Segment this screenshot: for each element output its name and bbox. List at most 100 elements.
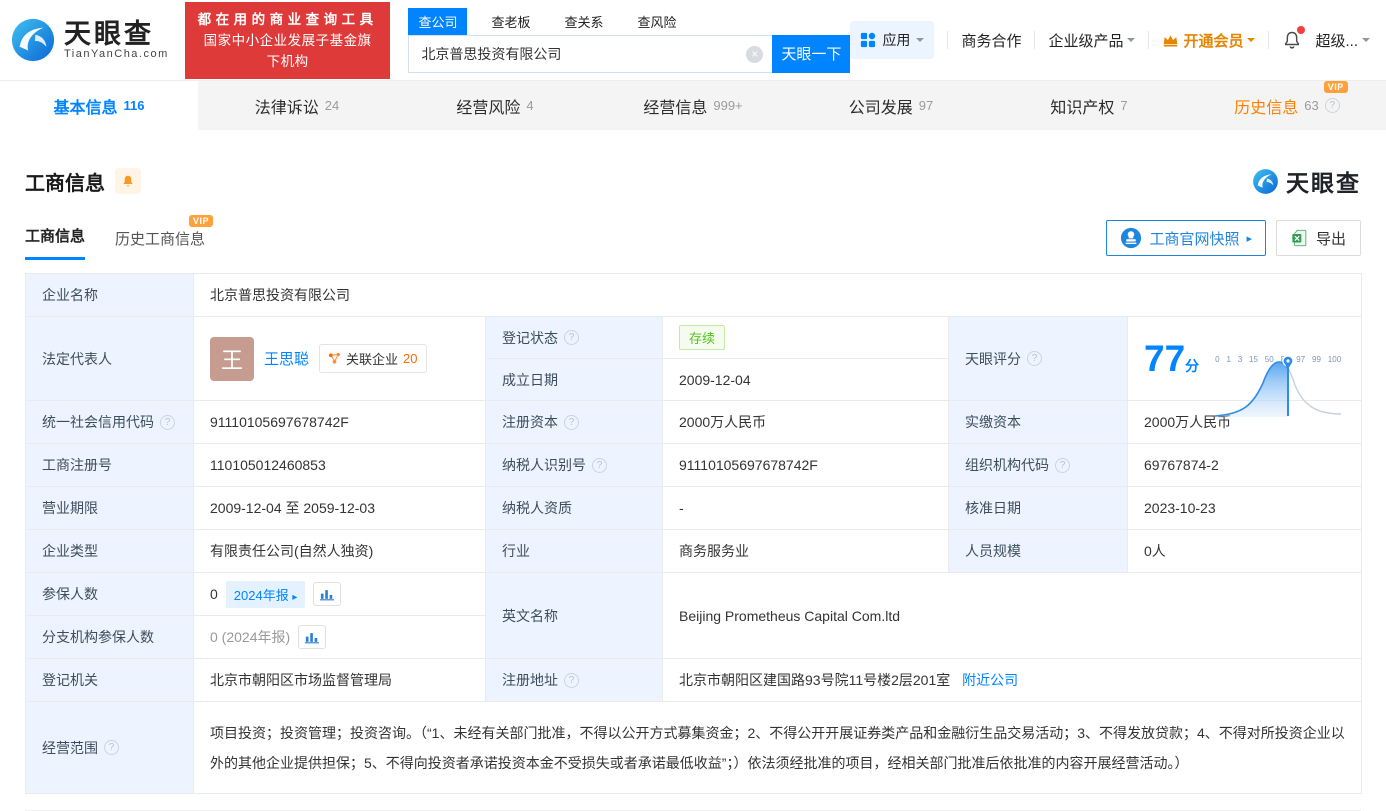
field-legal-rep-label: 法定代表人 bbox=[26, 317, 194, 401]
nearby-companies-link[interactable]: 附近公司 bbox=[962, 672, 1018, 688]
branch-insured-count: 0 (2024年报) bbox=[210, 627, 290, 647]
field-business-term-label: 营业期限 bbox=[26, 487, 194, 530]
field-insured-count-label: 参保人数 bbox=[26, 573, 194, 616]
main-content: 工商信息 天眼查 工商信息 VIP 历史工商信息 bbox=[0, 130, 1386, 811]
field-industry-value: 商务服务业 bbox=[663, 530, 949, 573]
help-icon[interactable]: ? bbox=[564, 330, 579, 345]
search-input[interactable] bbox=[409, 46, 772, 62]
bell-icon bbox=[121, 174, 135, 189]
nav-cooperation[interactable]: 商务合作 bbox=[961, 30, 1021, 51]
search-area: 查公司 查老板 查关系 查风险 × 天眼一下 bbox=[408, 8, 850, 73]
search-tab-risk[interactable]: 查风险 bbox=[627, 8, 686, 35]
legal-rep-name-link[interactable]: 王思聪 bbox=[264, 348, 309, 369]
divider bbox=[947, 31, 948, 49]
field-taxpayer-quality-label: 纳税人资质 bbox=[486, 487, 663, 530]
site-logo[interactable]: 天眼查 TianYanCha.com bbox=[10, 17, 169, 63]
tab-basic-info[interactable]: 基本信息 116 bbox=[0, 81, 198, 130]
field-reg-capital-value: 2000万人民币 bbox=[663, 401, 949, 444]
field-company-name-label: 企业名称 bbox=[26, 274, 194, 317]
help-icon[interactable]: ? bbox=[1027, 351, 1042, 366]
search-button[interactable]: 天眼一下 bbox=[772, 35, 850, 73]
export-button[interactable]: 导出 bbox=[1276, 220, 1361, 256]
help-icon[interactable]: ? bbox=[592, 458, 607, 473]
help-icon[interactable]: ? bbox=[564, 673, 579, 688]
field-score-value: 77分 bbox=[1128, 317, 1362, 401]
account-label: 超级... bbox=[1315, 30, 1358, 51]
apps-menu[interactable]: 应用 bbox=[850, 21, 934, 59]
field-branch-insured-label: 分支机构参保人数 bbox=[26, 616, 194, 659]
bar-chart-icon bbox=[320, 588, 334, 601]
insured-count: 0 bbox=[210, 586, 218, 602]
promo-line2: 国家中小企业发展子基金旗下机构 bbox=[197, 30, 379, 72]
related-companies-count: 20 bbox=[403, 351, 417, 366]
export-label: 导出 bbox=[1316, 228, 1346, 249]
tab-legal-litigation[interactable]: 法律诉讼 24 bbox=[198, 81, 396, 130]
tab-intellectual-property[interactable]: 知识产权 7 bbox=[990, 81, 1188, 130]
field-company-type-label: 企业类型 bbox=[26, 530, 194, 573]
annual-report-pill[interactable]: 2024年报 ▸ bbox=[226, 581, 306, 608]
help-icon[interactable]: ? bbox=[564, 415, 579, 430]
help-icon[interactable]: ? bbox=[1325, 98, 1340, 113]
excel-icon bbox=[1291, 229, 1309, 247]
field-business-term-value: 2009-12-04 至 2059-12-03 bbox=[194, 487, 486, 530]
field-staff-size-value: 0人 bbox=[1128, 530, 1362, 573]
chevron-right-icon: ▸ bbox=[1246, 232, 1252, 245]
bar-chart-icon bbox=[305, 631, 319, 644]
field-industry-label: 行业 bbox=[486, 530, 663, 573]
legal-rep-avatar[interactable]: 王 bbox=[210, 337, 254, 381]
search-tab-boss[interactable]: 查老板 bbox=[481, 8, 540, 35]
tab-count: 116 bbox=[124, 98, 145, 113]
insured-trend-button[interactable] bbox=[313, 582, 341, 606]
field-reg-authority-label: 登记机关 bbox=[26, 659, 194, 702]
field-business-scope-value: 项目投资；投资管理；投资咨询。（“1、未经有关部门批准，不得以公开方式募集资金；… bbox=[194, 702, 1362, 794]
help-icon[interactable]: ? bbox=[1055, 458, 1070, 473]
tab-company-development[interactable]: 公司发展 97 bbox=[792, 81, 990, 130]
field-taxpayer-quality-value: - bbox=[663, 487, 949, 530]
tab-label: 基本信息 bbox=[54, 94, 118, 118]
field-insured-count-value: 0 2024年报 ▸ bbox=[194, 573, 486, 616]
score-number: 77 bbox=[1144, 338, 1185, 379]
field-english-name-value: Beijing Prometheus Capital Com.ltd bbox=[663, 573, 1362, 659]
tab-count: 24 bbox=[325, 98, 339, 113]
field-credit-code-label: 统一社会信用代码? bbox=[26, 401, 194, 444]
search-tab-relation[interactable]: 查关系 bbox=[554, 8, 613, 35]
help-icon[interactable]: ? bbox=[160, 415, 175, 430]
tab-count: 7 bbox=[1120, 98, 1127, 113]
notifications-bell[interactable] bbox=[1282, 29, 1302, 51]
nav-enterprise[interactable]: 企业级产品 bbox=[1048, 30, 1135, 51]
field-branch-insured-value: 0 (2024年报) bbox=[194, 616, 486, 659]
field-reg-authority-value: 北京市朝阳区市场监督管理局 bbox=[194, 659, 486, 702]
crown-icon bbox=[1162, 33, 1179, 48]
tianyancha-logo-icon bbox=[1252, 168, 1279, 195]
tab-operation-risk[interactable]: 经营风险 4 bbox=[396, 81, 594, 130]
search-tab-company[interactable]: 查公司 bbox=[408, 8, 467, 35]
field-taxpayer-id-label: 纳税人识别号? bbox=[486, 444, 663, 487]
branch-insured-trend-button[interactable] bbox=[298, 625, 326, 649]
clear-icon[interactable]: × bbox=[746, 46, 763, 63]
tab-count: 97 bbox=[919, 98, 933, 113]
nav-account[interactable]: 超级... bbox=[1315, 30, 1370, 51]
subtab-history-business-info[interactable]: VIP 历史工商信息 bbox=[115, 228, 205, 260]
tab-label: 经营信息 bbox=[643, 94, 707, 118]
tab-history-info[interactable]: VIP 历史信息 63 ? bbox=[1188, 81, 1386, 130]
monitor-bell-button[interactable] bbox=[115, 168, 141, 194]
related-companies-badge[interactable]: 关联企业 20 bbox=[319, 344, 426, 373]
subtab-label: 历史工商信息 bbox=[115, 231, 205, 248]
field-credit-code-value: 91110105697678742F bbox=[194, 401, 486, 444]
official-snapshot-button[interactable]: 工商官网快照 ▸ bbox=[1106, 220, 1266, 256]
tab-count: 999+ bbox=[713, 98, 742, 113]
field-reg-number-label: 工商注册号 bbox=[26, 444, 194, 487]
nav-open-vip[interactable]: 开通会员 bbox=[1162, 30, 1255, 51]
status-badge: 存续 bbox=[679, 325, 725, 350]
tianyancha-logo-icon bbox=[10, 17, 56, 63]
related-companies-label: 关联企业 bbox=[346, 349, 398, 368]
vip-badge: VIP bbox=[189, 215, 213, 227]
help-icon[interactable]: ? bbox=[104, 740, 119, 755]
field-org-code-label: 组织机构代码? bbox=[949, 444, 1128, 487]
grid-icon bbox=[860, 32, 876, 48]
field-company-name-value: 北京普思投资有限公司 bbox=[194, 274, 1362, 317]
field-legal-rep-value: 王 王思聪 关联企业 20 bbox=[194, 317, 486, 401]
tab-operation-info[interactable]: 经营信息 999+ bbox=[594, 81, 792, 130]
field-taxpayer-id-value: 91110105697678742F bbox=[663, 444, 949, 487]
subtab-business-info[interactable]: 工商信息 bbox=[25, 225, 85, 260]
